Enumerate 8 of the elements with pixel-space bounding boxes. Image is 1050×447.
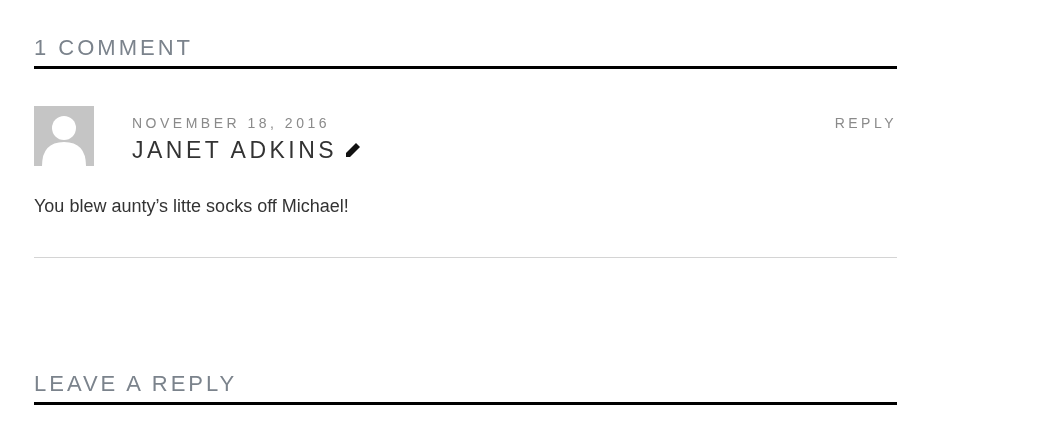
comment-author: JANET ADKINS — [132, 136, 338, 164]
reply-link[interactable]: REPLY — [834, 115, 897, 131]
avatar-icon — [34, 106, 94, 166]
section-heading: 1 COMMENT — [34, 34, 193, 62]
comment-text: You blew aunty’s litte socks off Michael! — [34, 195, 350, 218]
section-heading: LEAVE A REPLY — [34, 370, 238, 398]
pencil-icon[interactable] — [345, 142, 362, 158]
comment-date: NOVEMBER 18, 2016 — [132, 115, 330, 131]
